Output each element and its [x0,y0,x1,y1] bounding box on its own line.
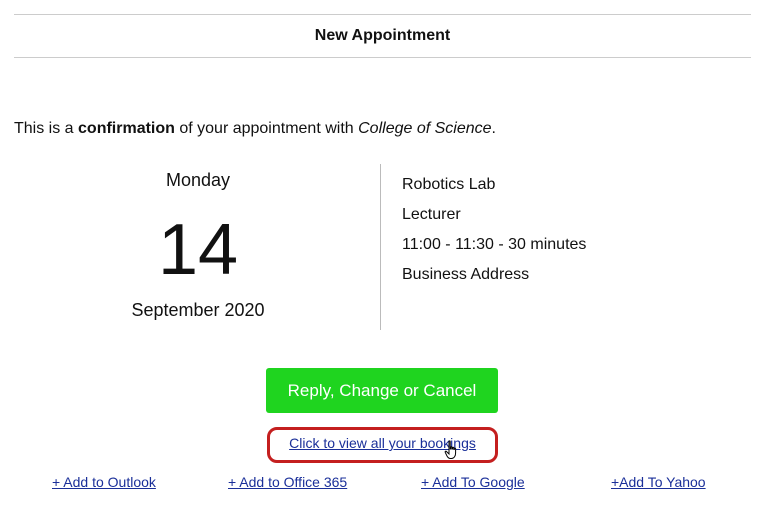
appointment-time: 11:00 - 11:30 - 30 minutes [402,236,587,253]
reply-change-cancel-label: Reply, Change or Cancel [287,380,477,400]
appointment-address: Business Address [402,266,530,283]
vertical-divider [380,164,381,330]
add-to-yahoo-link[interactable]: +Add To Yahoo [611,474,706,490]
appointment-location: Robotics Lab [402,176,496,193]
email-title: New Appointment [314,27,451,44]
add-to-google-link[interactable]: + Add To Google [421,474,525,490]
intro-emphasis: confirmation [78,120,175,137]
appointment-weekday: Monday [165,170,231,190]
appointment-staff: Lecturer [402,206,461,223]
add-to-office365-link[interactable]: + Add to Office 365 [228,474,347,490]
appointment-day: 14 [157,210,239,290]
hand-pointer-icon [444,440,457,459]
intro-middle: of your appointment with [174,120,359,137]
appointment-details: Robotics Lab Lecturer 11:00 - 11:30 - 30… [402,172,586,292]
confirmation-message: This is a confirmation of your appointme… [14,119,496,139]
organization-name: College of Science [358,120,492,137]
appointment-month-year: September 2020 [131,300,265,320]
view-bookings-link[interactable]: Click to view all your bookings [267,427,498,463]
email-header: New Appointment [14,14,751,58]
intro-prefix: This is a [14,120,79,137]
appointment-date: Monday 14 September 2020 [98,168,298,322]
intro-suffix: . [491,120,496,137]
add-to-outlook-link[interactable]: + Add to Outlook [52,474,156,490]
reply-change-cancel-button[interactable]: Reply, Change or Cancel [266,368,498,413]
